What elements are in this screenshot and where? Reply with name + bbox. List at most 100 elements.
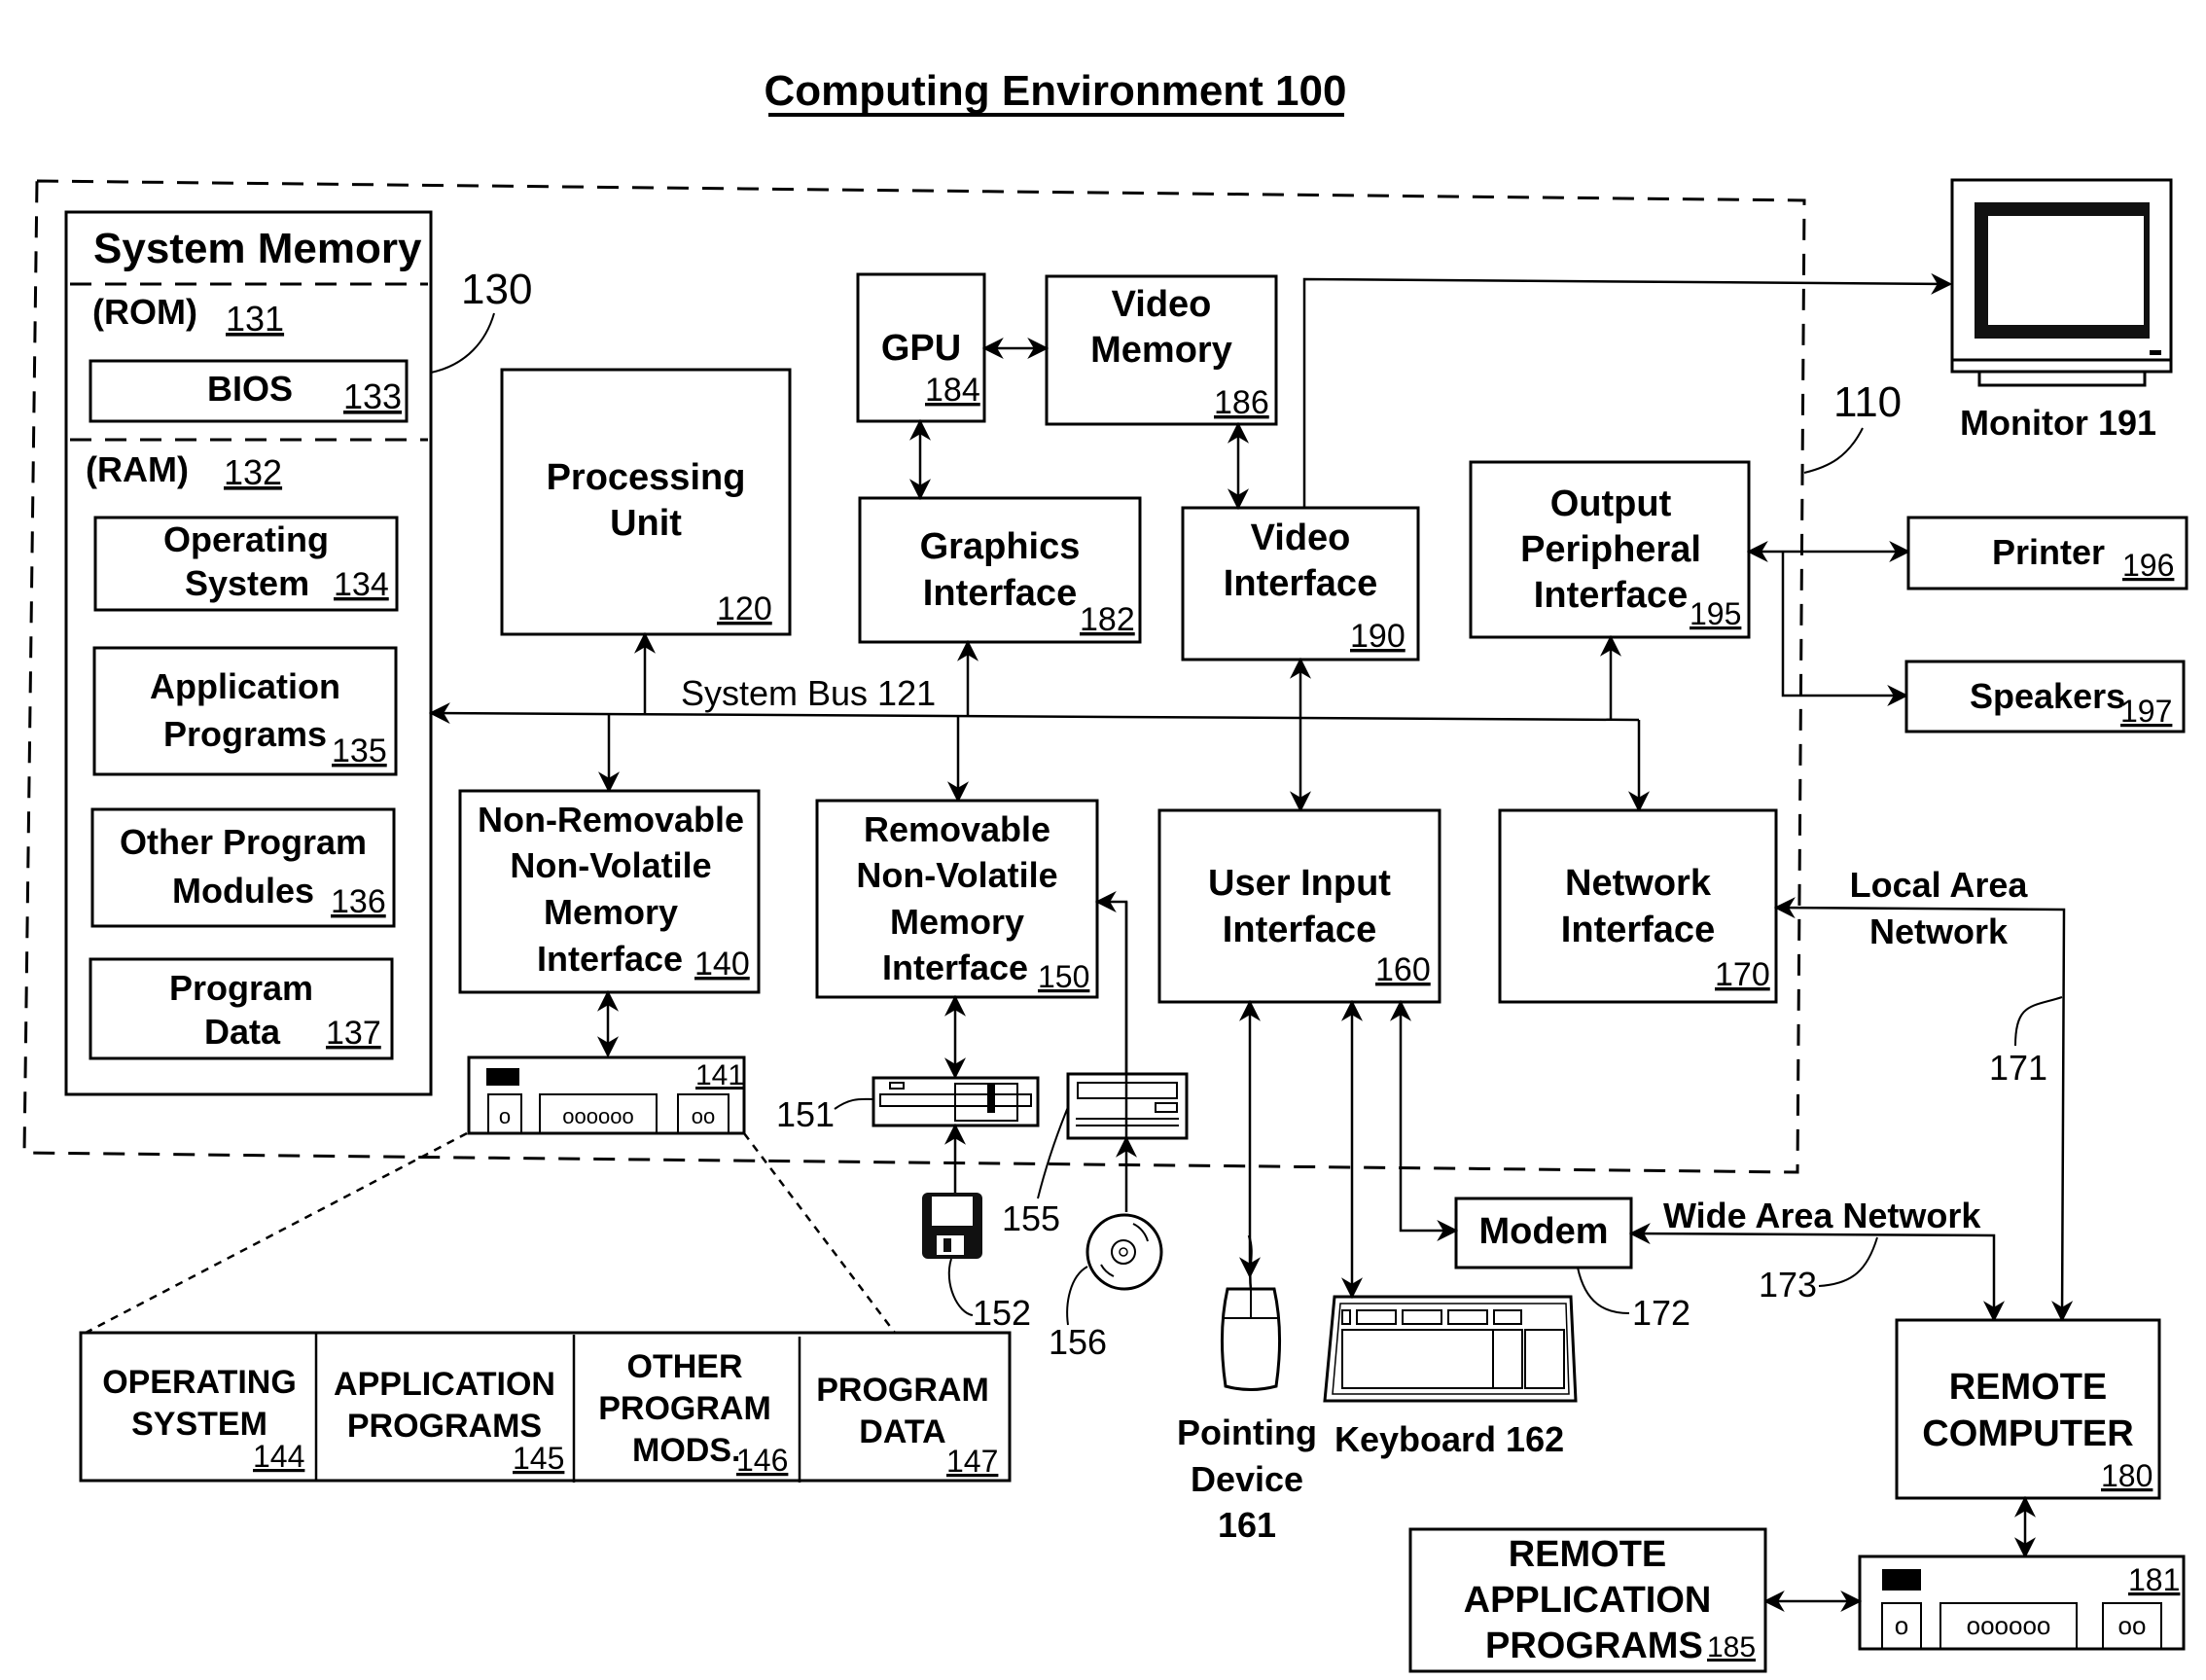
item-line2: Modules <box>172 871 314 911</box>
system-memory-title: System Memory <box>93 225 422 272</box>
item-line1: Program <box>169 968 313 1008</box>
system-memory[interactable]: System Memory (ROM) 131 BIOS 133 (RAM) 1… <box>64 210 433 1096</box>
cell-line2: PROGRAM <box>598 1390 771 1427</box>
output-peripheral-line3: Interface <box>1534 575 1688 616</box>
remote-storage-indicator-icon <box>1882 1569 1921 1591</box>
processing-unit-line2: Unit <box>610 503 682 544</box>
remote-application-programs[interactable]: REMOTE APPLICATION PROGRAMS 185 <box>1408 1527 1767 1673</box>
hard-disk-pair: oo <box>692 1104 715 1128</box>
remote-apps-line3: PROGRAMS <box>1485 1626 1703 1666</box>
memory-item-application-programs[interactable]: Application Programs 135 <box>92 646 398 776</box>
non-removable-line4: Interface <box>537 939 683 979</box>
optical-disc-icon[interactable]: 156 <box>1049 1213 1163 1362</box>
removable-line4: Interface <box>882 947 1028 987</box>
processing-unit[interactable]: Processing Unit 120 <box>500 368 792 636</box>
gpu-ref: 184 <box>925 372 980 409</box>
cell-line2: DATA <box>859 1413 945 1450</box>
graphics-interface-line1: Graphics <box>920 526 1081 567</box>
video-memory-line2: Memory <box>1090 330 1232 371</box>
remote-storage-ref: 181 <box>2128 1562 2180 1597</box>
cell-ref: 145 <box>513 1441 564 1476</box>
item-line2: Programs <box>163 714 327 754</box>
speakers-label: Speakers <box>1970 676 2125 716</box>
remote-computer-ref: 180 <box>2101 1458 2153 1493</box>
optical-drive-ref: 155 <box>1002 1198 1060 1238</box>
item-ref: 137 <box>326 1015 381 1052</box>
graphics-interface-ref: 182 <box>1080 601 1135 638</box>
hard-disk-indicator-icon <box>486 1068 519 1086</box>
lan-line2: Network <box>1869 911 2009 951</box>
remote-storage-pair: oo <box>2118 1611 2147 1640</box>
cell-ref: 147 <box>946 1444 998 1479</box>
local-area-network: Local Area Network 171 <box>1773 865 2074 1323</box>
memory-item-operating-system[interactable]: Operating System 134 <box>93 516 399 612</box>
output-peripheral-interface[interactable]: Output Peripheral Interface 195 <box>1469 460 1751 639</box>
video-interface-line2: Interface <box>1224 563 1377 604</box>
video-interface-line1: Video <box>1251 518 1351 558</box>
remote-computer[interactable]: REMOTE COMPUTER 180 <box>1895 1318 2161 1500</box>
non-removable-memory-interface[interactable]: Non-Removable Non-Volatile Memory Interf… <box>458 789 761 994</box>
speakers[interactable]: Speakers 197 <box>1904 660 2186 733</box>
speakers-ref: 197 <box>2120 694 2172 729</box>
cell-line1: OTHER <box>627 1348 743 1385</box>
rom-label: (ROM) <box>92 292 197 332</box>
output-peripheral-line2: Peripheral <box>1520 529 1701 570</box>
lan-line1: Local Area <box>1850 865 2029 905</box>
floppy-drive[interactable]: 151 <box>776 1076 1040 1134</box>
output-peripheral-line1: Output <box>1550 483 1672 524</box>
removable-line1: Removable <box>864 809 1050 849</box>
video-interface[interactable]: Video Interface 190 <box>1181 506 1420 661</box>
item-ref: 136 <box>331 883 386 920</box>
processing-unit-ref: 120 <box>717 590 772 627</box>
bios-ref: 133 <box>343 376 402 416</box>
wan-label: Wide Area Network <box>1663 1196 1981 1235</box>
remote-storage-drive[interactable]: 181 o oooooo oo <box>1858 1555 2186 1651</box>
remote-apps-line2: APPLICATION <box>1464 1580 1712 1621</box>
diagram-title: Computing Environment 100 <box>765 67 1347 115</box>
pointing-device[interactable]: Pointing Device 161 <box>1177 1234 1317 1545</box>
gpu[interactable]: GPU 184 <box>856 272 986 423</box>
video-interface-ref: 190 <box>1350 618 1405 655</box>
optical-disk-ref: 156 <box>1049 1322 1107 1362</box>
cell-line3: MODS. <box>632 1432 740 1469</box>
pointing-device-line2: Device <box>1191 1459 1303 1499</box>
projection-line-right <box>743 1132 896 1334</box>
network-interface-line2: Interface <box>1561 910 1715 950</box>
modem-ref: 172 <box>1632 1293 1690 1333</box>
non-removable-ref: 140 <box>694 946 750 983</box>
printer[interactable]: Printer 196 <box>1906 516 2188 590</box>
rom-ref: 131 <box>226 299 284 339</box>
keyboard[interactable]: Keyboard 162 <box>1323 1295 1578 1459</box>
graphics-interface[interactable]: Graphics Interface 182 <box>858 496 1142 644</box>
hard-disk-port: o <box>499 1104 511 1128</box>
remote-apps-ref: 185 <box>1707 1631 1756 1663</box>
network-interface[interactable]: Network Interface 170 <box>1498 808 1778 1004</box>
cell-line1: PROGRAM <box>816 1372 989 1409</box>
disk-contents-table: OPERATING SYSTEM 144 APPLICATION PROGRAM… <box>79 1331 1012 1483</box>
removable-line3: Memory <box>890 902 1024 942</box>
memory-item-other-program-modules[interactable]: Other Program Modules 136 <box>90 807 396 928</box>
processing-unit-line1: Processing <box>547 457 746 498</box>
ram-ref: 132 <box>224 452 282 492</box>
cell-ref: 146 <box>736 1443 788 1478</box>
modem-label: Modem <box>1479 1211 1609 1252</box>
network-interface-line1: Network <box>1565 863 1712 904</box>
printer-ref: 196 <box>2122 548 2174 583</box>
remote-storage-slots: oooooo <box>1967 1611 2051 1640</box>
hard-disk-ref: 141 <box>695 1059 744 1091</box>
network-interface-ref: 170 <box>1715 956 1770 993</box>
system-memory-ref: 130 <box>461 266 532 313</box>
non-removable-line1: Non-Removable <box>478 800 744 840</box>
removable-line2: Non-Volatile <box>856 855 1057 895</box>
item-ref: 134 <box>334 566 389 603</box>
video-memory[interactable]: Video Memory 186 <box>1045 274 1278 426</box>
item-line2: System <box>185 563 309 603</box>
memory-item-program-data[interactable]: Program Data 137 <box>89 957 394 1060</box>
monitor-label: Monitor 191 <box>1960 403 2156 443</box>
graphics-interface-line2: Interface <box>923 573 1077 614</box>
removable-memory-interface[interactable]: Removable Non-Volatile Memory Interface … <box>815 799 1099 999</box>
hard-disk-drive[interactable]: 141 o oooooo oo <box>467 1055 746 1135</box>
user-input-interface[interactable]: User Input Interface 160 <box>1157 808 1441 1004</box>
monitor[interactable]: Monitor 191 <box>1950 178 2173 443</box>
remote-computer-line2: COMPUTER <box>1922 1413 2133 1454</box>
